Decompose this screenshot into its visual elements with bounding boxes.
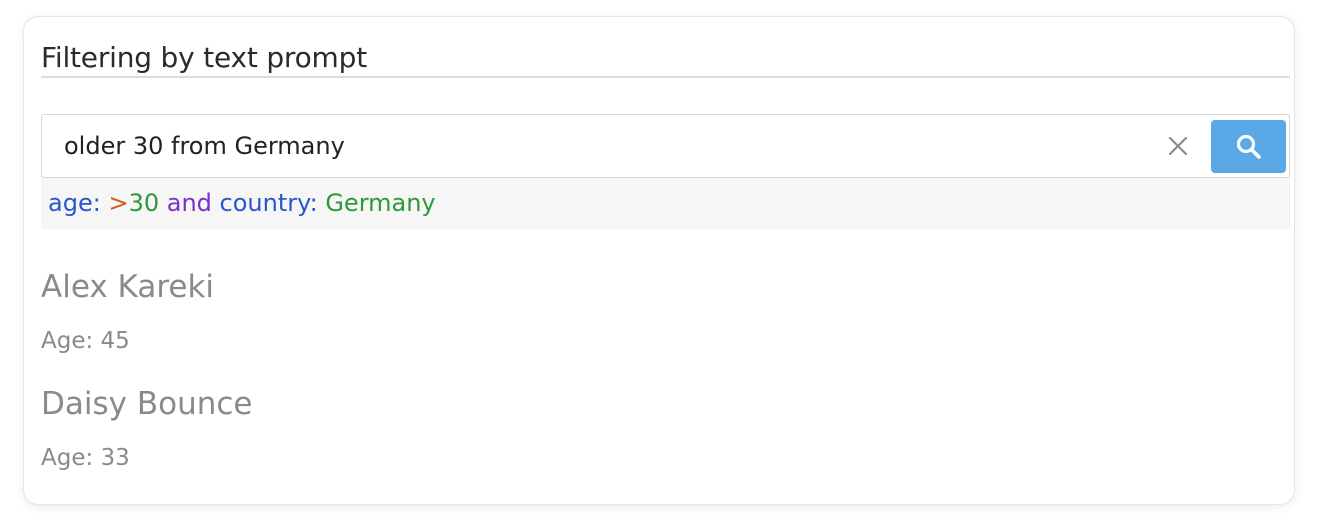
clear-search-button[interactable]	[1164, 132, 1192, 160]
result-age: Age: 33	[41, 445, 130, 471]
title-divider	[41, 76, 1290, 78]
query-token-separator: :	[309, 189, 318, 217]
query-token-logical: and	[166, 189, 212, 217]
search-box	[41, 114, 1290, 178]
query-token-operator: >	[108, 189, 129, 217]
query-token-field: country	[219, 189, 310, 217]
result-name: Alex Kareki	[41, 269, 215, 305]
filter-panel: Filtering by text prompt age: >30 and co…	[24, 17, 1294, 504]
query-token-field: age	[48, 189, 93, 217]
query-token-separator: :	[92, 189, 101, 217]
search-area: age: >30 and country: Germany	[41, 114, 1290, 229]
query-token-space	[159, 189, 167, 217]
query-token-space	[212, 189, 220, 217]
parsed-query: age: >30 and country: Germany	[48, 186, 436, 220]
search-input[interactable]	[64, 123, 1144, 169]
result-age: Age: 45	[41, 328, 130, 354]
close-icon	[1168, 136, 1188, 156]
search-icon	[1236, 134, 1261, 159]
query-token-value: 30	[128, 189, 160, 217]
result-name: Daisy Bounce	[41, 386, 253, 422]
panel-title: Filtering by text prompt	[41, 41, 367, 74]
query-token-value: Germany	[325, 189, 436, 217]
search-button[interactable]	[1211, 120, 1286, 173]
